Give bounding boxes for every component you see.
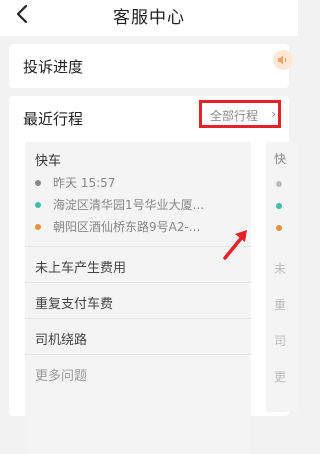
all-trips-label: 全部行程: [210, 109, 259, 123]
all-trips-link[interactable]: 全部行程 ›: [199, 100, 281, 128]
issue-item-more[interactable]: 更多问题: [25, 354, 251, 390]
origin-dot-icon: [35, 201, 41, 208]
trip-origin-row: 海淀区清华园1号华业大厦...: [35, 196, 204, 213]
complaint-progress-label: 投诉进度: [23, 58, 84, 76]
nav-bar: 客服中心: [0, 0, 298, 36]
origin-dot-icon: [276, 203, 282, 209]
trip-card[interactable]: 快车 昨天 15:57 海淀区清华园1号华业大厦... 朝阳区酒仙桥东路9号A2…: [25, 142, 251, 454]
next-trip-issue: 更: [274, 370, 287, 384]
time-dot-icon: [35, 179, 41, 186]
trip-destination: 朝阳区酒仙桥东路9号A2-...: [53, 220, 201, 234]
issue-label: 未上车产生费用: [35, 261, 127, 276]
next-trip-type: 快: [274, 152, 287, 166]
trip-destination-row: 朝阳区酒仙桥东路9号A2-...: [35, 218, 200, 235]
speaker-button[interactable]: [273, 50, 293, 70]
recent-trips-card: 最近行程 全部行程 › 快车 昨天 15:57 海淀区清华园1号华业大厦... …: [9, 96, 289, 454]
next-trip-issue: 司: [274, 334, 287, 348]
chevron-right-icon: ›: [271, 107, 276, 121]
issue-item[interactable]: 司机绕路: [25, 318, 251, 354]
speaker-icon: [278, 55, 287, 65]
trip-time: 昨天 15:57: [53, 176, 116, 190]
destination-dot-icon: [276, 225, 282, 231]
annotation-arrow-icon: [223, 230, 247, 260]
next-trip-issue: 重: [274, 298, 287, 312]
trip-origin: 海淀区清华园1号华业大厦...: [53, 198, 205, 212]
issue-label: 重复支付车费: [35, 297, 114, 312]
destination-dot-icon: [35, 223, 41, 230]
trip-time-row: 昨天 15:57: [35, 174, 115, 191]
issue-item[interactable]: 重复支付车费: [25, 282, 251, 318]
recent-trips-label: 最近行程: [23, 110, 84, 128]
time-dot-icon: [276, 181, 282, 187]
issue-item[interactable]: 未上车产生费用: [25, 246, 251, 282]
trip-type: 快车: [35, 154, 62, 169]
page-title: 客服中心: [113, 8, 185, 28]
complaint-progress-card[interactable]: 投诉进度: [9, 44, 293, 88]
issue-label: 司机绕路: [35, 333, 88, 348]
next-trip-card-peek[interactable]: 快 未 重 司 更: [266, 142, 298, 412]
next-trip-issue: 未: [274, 262, 287, 276]
issue-label: 更多问题: [35, 369, 88, 384]
